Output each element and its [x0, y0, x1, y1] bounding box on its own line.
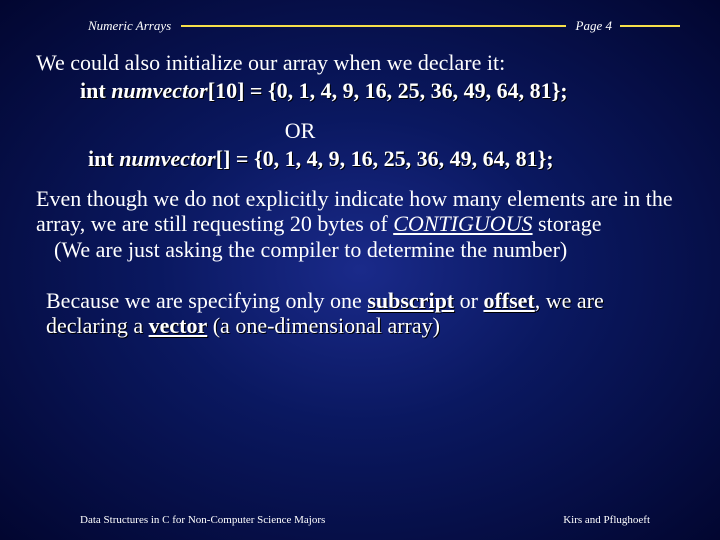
code-rest: [10] = {0, 1, 4, 9, 16, 25, 36, 49, 64, …: [208, 78, 568, 103]
slide-footer: Data Structures in C for Non-Computer Sc…: [0, 514, 720, 526]
code-rest: [] = {0, 1, 4, 9, 16, 25, 36, 49, 64, 81…: [216, 146, 554, 171]
text: Because we are specifying only one: [46, 288, 367, 313]
slide-header: Numeric Arrays Page 4: [0, 0, 720, 34]
footer-right: Kirs and Pflughoeft: [563, 514, 650, 526]
code-declaration-sized: int numvector[10] = {0, 1, 4, 9, 16, 25,…: [36, 78, 684, 104]
header-page: Page 4: [576, 18, 612, 34]
code-declaration-unsized: int numvector[] = {0, 1, 4, 9, 16, 25, 3…: [36, 146, 684, 172]
term-subscript: subscript: [367, 288, 454, 313]
slide-content: We could also initialize our array when …: [0, 34, 720, 338]
header-rule-right: [620, 25, 680, 27]
or-separator: OR: [36, 118, 684, 144]
term-offset: offset: [483, 288, 534, 313]
var-name: numvector: [111, 78, 208, 103]
contiguous-emphasis: CONTIGUOUS: [393, 211, 532, 236]
header-rule-left: [181, 25, 565, 27]
text: or: [454, 288, 483, 313]
intro-text: We could also initialize our array when …: [36, 50, 684, 76]
term-vector: vector: [149, 313, 208, 338]
footer-left: Data Structures in C for Non-Computer Sc…: [80, 514, 325, 526]
keyword-int: int: [88, 146, 119, 171]
explanation-storage: Even though we do not explicitly indicat…: [36, 186, 684, 262]
explanation-vector: Because we are specifying only one subsc…: [36, 288, 684, 339]
text: (a one-dimensional array): [207, 313, 440, 338]
explanation-compiler: (We are just asking the compiler to dete…: [36, 237, 684, 262]
text: storage: [533, 211, 602, 236]
keyword-int: int: [80, 78, 111, 103]
var-name: numvector: [119, 146, 216, 171]
header-title: Numeric Arrays: [88, 18, 171, 34]
